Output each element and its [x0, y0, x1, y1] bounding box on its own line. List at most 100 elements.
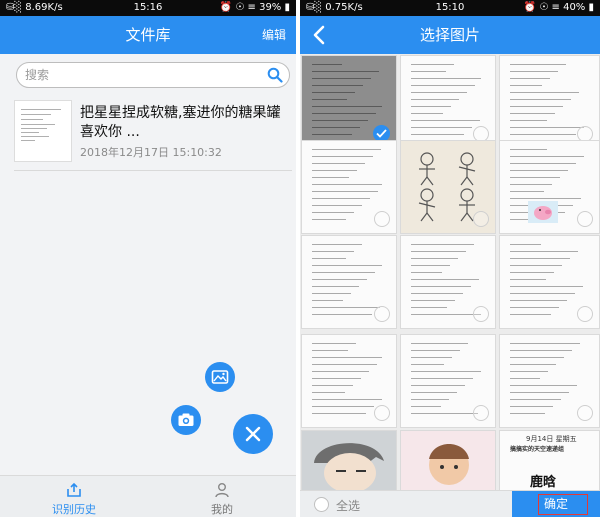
- text-line: [411, 127, 472, 128]
- text-line: [510, 163, 576, 164]
- image-thumbnail[interactable]: [499, 334, 600, 428]
- close-fab[interactable]: [233, 414, 273, 454]
- text-line: [411, 71, 446, 72]
- image-thumbnail[interactable]: [400, 430, 496, 490]
- text-line: [312, 85, 363, 86]
- poster-title: 鹿晗: [530, 475, 557, 490]
- text-line: [411, 300, 455, 301]
- text-line: [510, 113, 555, 114]
- image-grid: 9月14日 星期五 搞搞实的天空速递组 鹿晗: [300, 54, 600, 490]
- text-line: [312, 205, 362, 206]
- text-line: [510, 279, 546, 280]
- edit-button[interactable]: 编辑: [262, 16, 286, 54]
- text-line: [312, 177, 349, 178]
- image-thumbnail[interactable]: [400, 140, 496, 234]
- text-line: [312, 371, 369, 372]
- text-line: [411, 78, 481, 79]
- text-line: [411, 378, 473, 379]
- text-line: [510, 78, 550, 79]
- select-circle[interactable]: [374, 306, 390, 322]
- text-line: [411, 106, 451, 107]
- cartoon-pig-image: [528, 201, 558, 223]
- file-list-item[interactable]: 把星星捏成软糖,塞进你的糖果罐喜欢你 ... 2018年12月17日 15:10…: [14, 100, 290, 170]
- search-icon[interactable]: [267, 67, 283, 83]
- text-line: [312, 106, 382, 107]
- text-line: [510, 307, 559, 308]
- select-all-checkbox[interactable]: [314, 497, 329, 512]
- text-line: [510, 71, 558, 72]
- text-line: [510, 343, 580, 344]
- select-circle[interactable]: [577, 405, 593, 421]
- text-line: [312, 71, 379, 72]
- image-thumbnail[interactable]: [499, 235, 600, 329]
- text-line: [411, 385, 465, 386]
- search-box[interactable]: [16, 62, 290, 88]
- image-thumbnail[interactable]: [301, 430, 397, 490]
- text-line: [312, 413, 366, 414]
- text-line: [510, 272, 554, 273]
- text-line: [510, 191, 544, 192]
- image-thumbnail[interactable]: [499, 140, 600, 234]
- text-line: [510, 106, 563, 107]
- text-line: [510, 92, 579, 93]
- status-bar: ⛁░ 0.75K/s 15:10 ⏰ ☉ ≡ 40% ▮: [300, 0, 600, 16]
- text-line: [510, 177, 560, 178]
- select-circle[interactable]: [374, 211, 390, 227]
- select-circle[interactable]: [577, 211, 593, 227]
- text-line: [312, 149, 381, 150]
- text-line: [510, 170, 568, 171]
- text-line: [411, 350, 460, 351]
- text-line: [411, 99, 459, 100]
- image-thumbnail[interactable]: [301, 334, 397, 428]
- text-line: [411, 357, 452, 358]
- gallery-fab[interactable]: [205, 362, 235, 392]
- image-thumbnail[interactable]: 9月14日 星期五 搞搞实的天空速递组 鹿晗: [499, 430, 600, 490]
- select-circle[interactable]: [473, 405, 489, 421]
- text-line: [510, 258, 570, 259]
- text-line: [510, 184, 552, 185]
- image-thumbnail-selected[interactable]: [301, 55, 397, 149]
- select-circle[interactable]: [374, 405, 390, 421]
- image-thumbnail[interactable]: [400, 55, 496, 149]
- select-circle[interactable]: [473, 306, 489, 322]
- image-thumbnail[interactable]: [499, 55, 600, 149]
- upload-icon: [67, 482, 81, 497]
- select-circle[interactable]: [577, 306, 593, 322]
- image-thumbnail[interactable]: [301, 140, 397, 234]
- text-line: [411, 92, 467, 93]
- text-line: [510, 300, 567, 301]
- text-line: [510, 350, 572, 351]
- text-line: [411, 113, 443, 114]
- camera-fab[interactable]: [171, 405, 201, 435]
- select-circle[interactable]: [473, 211, 489, 227]
- text-line: [510, 127, 584, 128]
- text-line: [411, 85, 475, 86]
- text-line: [312, 406, 374, 407]
- text-line: [510, 413, 545, 414]
- text-line: [411, 279, 479, 280]
- text-line: [510, 244, 541, 245]
- text-line: [411, 134, 464, 135]
- text-line: [312, 99, 347, 100]
- text-line: [411, 64, 454, 65]
- text-line: [312, 279, 367, 280]
- text-line: [312, 120, 368, 121]
- nav-item-mine[interactable]: 我的: [148, 476, 296, 517]
- text-line: [312, 350, 348, 351]
- image-thumbnail[interactable]: [301, 235, 397, 329]
- search-input[interactable]: [25, 66, 255, 84]
- bottom-action-bar: 全选 确定: [300, 490, 600, 517]
- image-thumbnail[interactable]: [400, 235, 496, 329]
- camera-icon: [178, 413, 194, 426]
- text-line: [312, 244, 362, 245]
- text-line: [510, 134, 576, 135]
- text-line: [312, 163, 365, 164]
- image-thumbnail[interactable]: [400, 334, 496, 428]
- text-line: [312, 184, 382, 185]
- nav-item-history[interactable]: 识别历史: [0, 476, 148, 517]
- select-all-label[interactable]: 全选: [336, 497, 360, 514]
- text-line: [312, 265, 382, 266]
- text-line: [411, 399, 449, 400]
- text-line: [411, 286, 471, 287]
- image-icon: [211, 370, 229, 384]
